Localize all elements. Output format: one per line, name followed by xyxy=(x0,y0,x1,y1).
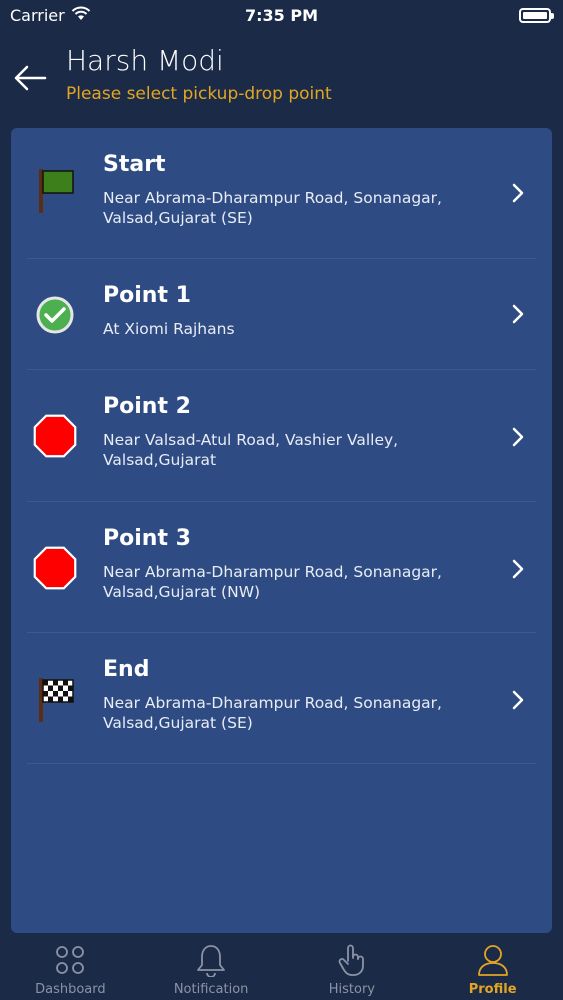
green-flag-icon xyxy=(33,166,77,214)
tab-dashboard[interactable]: Dashboard xyxy=(0,934,141,1000)
point-row-start[interactable]: Start Near Abrama-Dharampur Road, Sonana… xyxy=(27,128,536,259)
header: Harsh Modi Please select pickup-drop poi… xyxy=(0,36,563,126)
point-address: Near Abrama-Dharampur Road, Sonanagar, V… xyxy=(103,189,442,227)
chevron-right-icon xyxy=(506,422,530,452)
profile-icon xyxy=(475,942,511,978)
chevron-right-icon xyxy=(506,178,530,208)
point-title: Point 2 xyxy=(103,394,191,419)
status-bar: Carrier 7:35 PM xyxy=(0,0,563,30)
tab-bar: Dashboard Notification History Profile xyxy=(0,934,563,1000)
page-subtitle: Please select pickup-drop point xyxy=(66,84,332,104)
back-button[interactable] xyxy=(8,58,52,98)
status-left: Carrier xyxy=(10,6,91,25)
tab-notification[interactable]: Notification xyxy=(141,934,282,1000)
point-row-3[interactable]: Point 3 Near Abrama-Dharampur Road, Sona… xyxy=(27,502,536,633)
stop-octagon-icon xyxy=(33,544,77,592)
point-title: Point 3 xyxy=(103,526,191,551)
stop-octagon-icon xyxy=(33,412,77,460)
back-arrow-icon xyxy=(14,65,47,91)
point-address: At Xiomi Rajhans xyxy=(103,320,235,338)
tab-label: Profile xyxy=(468,982,517,997)
page-title: Harsh Modi xyxy=(66,44,224,77)
wifi-icon xyxy=(71,6,91,25)
carrier-label: Carrier xyxy=(10,5,65,25)
point-title: End xyxy=(103,657,150,682)
point-row-end[interactable]: End Near Abrama-Dharampur Road, Sonanaga… xyxy=(27,633,536,764)
points-card: Start Near Abrama-Dharampur Road, Sonana… xyxy=(11,128,552,933)
point-address: Near Abrama-Dharampur Road, Sonanagar, V… xyxy=(103,563,442,601)
green-check-icon xyxy=(33,291,77,339)
tab-history[interactable]: History xyxy=(282,934,423,1000)
battery-icon xyxy=(519,7,554,23)
point-title: Start xyxy=(103,152,166,177)
chevron-right-icon xyxy=(506,685,530,715)
point-address: Near Abrama-Dharampur Road, Sonanagar, V… xyxy=(103,694,442,732)
chevron-right-icon xyxy=(506,554,530,584)
dashboard-icon xyxy=(52,942,88,978)
point-title: Point 1 xyxy=(103,283,191,308)
tab-label: Dashboard xyxy=(35,982,106,997)
point-row-1[interactable]: Point 1 At Xiomi Rajhans xyxy=(27,259,536,370)
tab-label: Notification xyxy=(173,982,249,997)
tab-profile[interactable]: Profile xyxy=(422,934,563,1000)
bell-icon xyxy=(193,942,229,978)
hand-icon xyxy=(334,942,370,978)
checkered-flag-icon xyxy=(33,675,77,723)
chevron-right-icon xyxy=(506,299,530,329)
point-row-2[interactable]: Point 2 Near Valsad-Atul Road, Vashier V… xyxy=(27,370,536,502)
tab-label: History xyxy=(328,982,375,997)
point-address: Near Valsad-Atul Road, Vashier Valley, V… xyxy=(103,431,399,469)
